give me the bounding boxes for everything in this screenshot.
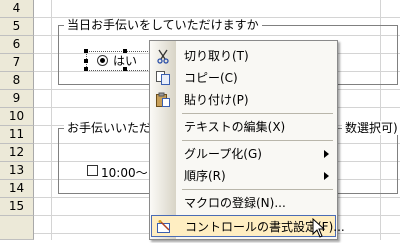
menu-item-label: 切り取り(T) — [184, 49, 249, 63]
mouse-cursor-icon — [312, 217, 326, 243]
copy-icon — [155, 70, 171, 86]
row-header[interactable]: 14 — [0, 180, 34, 198]
submenu-arrow-icon — [324, 172, 329, 180]
row-header[interactable]: 9 — [0, 90, 34, 108]
row-header[interactable]: 4 — [0, 0, 34, 18]
menu-separator — [182, 113, 333, 114]
row-header[interactable]: 7 — [0, 54, 34, 72]
menu-item-paste[interactable]: 貼り付け(P) — [150, 89, 337, 111]
row-header-filler — [0, 216, 34, 240]
menu-item-order[interactable]: 順序(R) — [150, 165, 337, 187]
resize-handle[interactable] — [123, 67, 127, 71]
format-control-icon — [156, 219, 172, 235]
menu-separator — [182, 189, 333, 190]
row-header[interactable]: 11 — [0, 126, 34, 144]
menu-item-edit-text[interactable]: テキストの編集(X) — [150, 116, 337, 138]
radio-dot — [100, 58, 105, 63]
menu-item-label: テキストの編集(X) — [184, 120, 286, 134]
menu-item-copy[interactable]: コピー(C) — [150, 67, 337, 89]
submenu-arrow-icon — [324, 150, 329, 158]
column-divider — [51, 0, 52, 240]
checkbox-label: 10:00～ — [101, 166, 148, 180]
resize-handle[interactable] — [123, 49, 127, 53]
group-box-title: 当日お手伝いをしていただけますか — [64, 18, 262, 32]
row-header[interactable]: 10 — [0, 108, 34, 126]
menu-item-label: 順序(R) — [184, 169, 226, 183]
resize-handle[interactable] — [84, 59, 88, 63]
menu-item-cut[interactable]: 切り取り(T) — [150, 45, 337, 67]
menu-item-group[interactable]: グループ化(G) — [150, 143, 337, 165]
resize-handle[interactable] — [84, 67, 88, 71]
row-header[interactable]: 5 — [0, 18, 34, 36]
menu-item-assign-macro[interactable]: マクロの登録(N)... — [150, 192, 337, 214]
menu-item-label: グループ化(G) — [184, 147, 262, 161]
group-box-title-right: 数選択可) — [342, 121, 400, 135]
row-header[interactable]: 12 — [0, 144, 34, 162]
checkbox-1000[interactable] — [87, 165, 98, 176]
row-header[interactable]: 8 — [0, 72, 34, 90]
scissors-icon — [155, 48, 171, 64]
row-header[interactable]: 6 — [0, 36, 34, 54]
paste-icon — [155, 92, 171, 108]
menu-item-label: コピー(C) — [184, 71, 238, 85]
row-header[interactable]: 15 — [0, 198, 34, 216]
menu-item-format-control[interactable]: コントロールの書式設定(F)... — [151, 215, 345, 237]
menu-item-label: 貼り付け(P) — [184, 93, 249, 107]
row-header[interactable]: 13 — [0, 162, 34, 180]
radio-circle — [97, 55, 108, 66]
menu-item-label: マクロの登録(N)... — [184, 196, 286, 210]
resize-handle[interactable] — [84, 49, 88, 53]
context-menu: 切り取り(T) コピー(C) 貼り付け(P) テキストの編集(X) グループ化(… — [149, 40, 345, 240]
radio-label: はい — [113, 54, 138, 68]
menu-separator — [182, 140, 333, 141]
